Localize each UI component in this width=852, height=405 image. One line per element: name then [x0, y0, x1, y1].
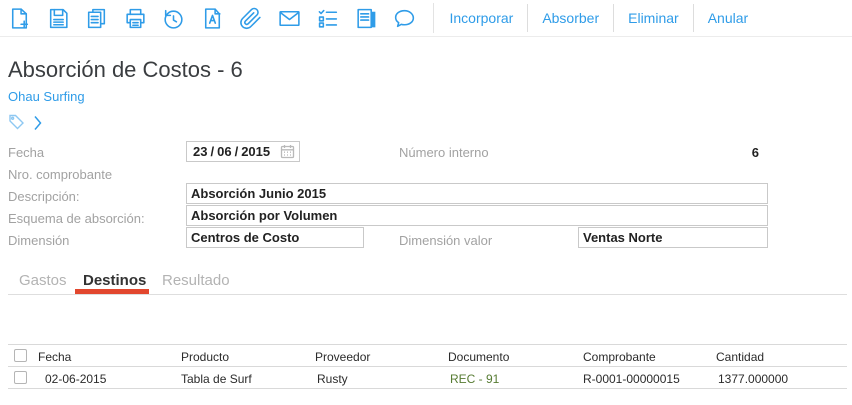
- toolbar-divider: [432, 3, 434, 33]
- row-cell-proveedor: Rusty: [317, 372, 348, 386]
- mail-icon[interactable]: [277, 4, 316, 32]
- fecha-label: Fecha: [8, 145, 45, 160]
- row-cell-cantidad: 1377.000000: [718, 372, 789, 386]
- font-document-icon[interactable]: [200, 4, 239, 32]
- dimension-valor-label: Dimensión valor: [399, 233, 493, 248]
- select-all-checkbox[interactable]: [14, 349, 27, 362]
- tags-expander: [8, 114, 42, 136]
- absorcion-de-costos-page: Incorporar Absorber Eliminar Anular Abso…: [0, 0, 852, 405]
- incorporar-button[interactable]: Incorporar: [436, 10, 528, 26]
- column-header-fecha[interactable]: Fecha: [38, 350, 71, 364]
- descripcion-input[interactable]: [186, 183, 768, 204]
- eliminar-button[interactable]: Eliminar: [614, 10, 693, 26]
- calendar-icon[interactable]: [280, 144, 295, 159]
- date-separator: /: [210, 144, 215, 159]
- save-icon[interactable]: [46, 4, 85, 32]
- fecha-year: 2015: [241, 144, 271, 159]
- dimension-label: Dimensión: [8, 233, 70, 248]
- fecha-day: 23: [193, 144, 208, 159]
- company-link[interactable]: Ohau Surfing: [8, 89, 85, 104]
- absorber-button[interactable]: Absorber: [528, 10, 613, 26]
- date-separator: /: [234, 144, 239, 159]
- print-icon[interactable]: [123, 4, 162, 32]
- page-title: Absorción de Costos - 6: [8, 57, 243, 82]
- dimension-input[interactable]: [186, 227, 364, 248]
- row-cell-fecha: 02-06-2015: [45, 372, 107, 386]
- row-cell-comprobante: R-0001-00000015: [583, 372, 680, 386]
- tag-icon[interactable]: [8, 114, 27, 136]
- table-bottom-border: [8, 388, 847, 389]
- numero-interno-label: Número interno: [399, 145, 489, 160]
- column-header-comprobante[interactable]: Comprobante: [583, 350, 656, 364]
- chevron-right-icon[interactable]: [34, 115, 42, 136]
- esquema-de-absorcion-label: Esquema de absorción:: [8, 211, 145, 226]
- esquema-de-absorcion-input[interactable]: [186, 205, 768, 226]
- checklist-icon[interactable]: [315, 4, 354, 32]
- row-checkbox[interactable]: [14, 371, 27, 384]
- history-icon[interactable]: [161, 4, 200, 32]
- column-header-producto[interactable]: Producto: [181, 350, 229, 364]
- tab-gastos[interactable]: Gastos: [19, 272, 67, 289]
- tab-destinos[interactable]: Destinos: [83, 272, 146, 289]
- row-cell-documento-link[interactable]: REC - 91: [450, 372, 499, 386]
- toolbar: Incorporar Absorber Eliminar Anular: [0, 0, 852, 37]
- column-header-cantidad[interactable]: Cantidad: [716, 350, 764, 364]
- journal-icon[interactable]: [354, 4, 393, 32]
- row-cell-producto: Tabla de Surf: [181, 372, 252, 386]
- copy-icon[interactable]: [84, 4, 123, 32]
- anular-button[interactable]: Anular: [694, 10, 762, 26]
- descripcion-label: Descripción:: [8, 189, 80, 204]
- fecha-input[interactable]: 23 / 06 / 2015: [186, 141, 300, 162]
- column-header-documento[interactable]: Documento: [448, 350, 509, 364]
- tabs-divider-line: [8, 294, 847, 295]
- new-document-icon[interactable]: [7, 4, 46, 32]
- comment-icon[interactable]: [392, 4, 431, 32]
- nro-comprobante-label: Nro. comprobante: [8, 167, 113, 182]
- table-header-border: [8, 366, 847, 367]
- tab-resultado[interactable]: Resultado: [162, 272, 230, 289]
- numero-interno-value: 6: [751, 145, 759, 160]
- fecha-month: 06: [217, 144, 232, 159]
- table-top-border: [8, 344, 847, 345]
- dimension-valor-input[interactable]: [578, 227, 768, 248]
- attachment-icon[interactable]: [238, 4, 277, 32]
- column-header-proveedor[interactable]: Proveedor: [315, 350, 370, 364]
